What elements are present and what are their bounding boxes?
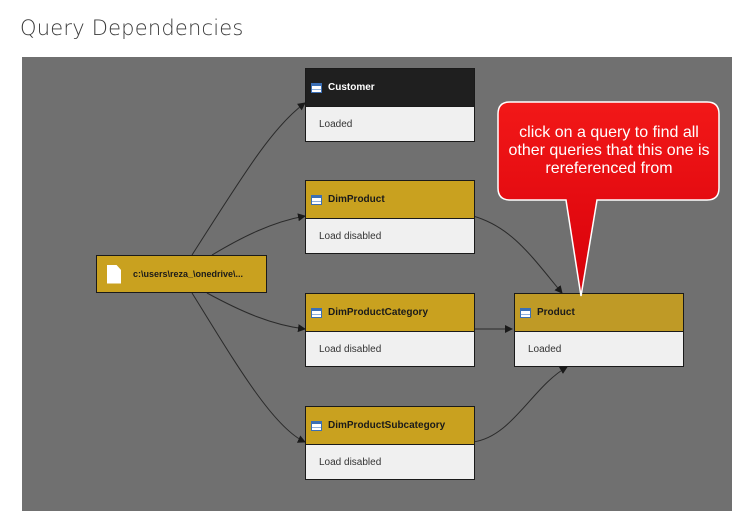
query-name: Customer: [328, 82, 375, 93]
table-icon: [311, 307, 322, 318]
table-icon: [520, 307, 531, 318]
query-name: DimProductCategory: [328, 307, 429, 318]
source-file-node[interactable]: c:\users\reza_\onedrive\...: [96, 255, 267, 293]
query-status: Loaded: [528, 344, 562, 355]
table-icon: [311, 82, 322, 93]
query-name: DimProductSubcategory: [328, 420, 446, 431]
callout-text: click on a query to find all other queri…: [508, 124, 710, 177]
query-node-dimproduct[interactable]: DimProduct Load disabled: [305, 180, 475, 254]
table-icon: [311, 420, 322, 431]
query-node-customer[interactable]: Customer Loaded: [305, 68, 475, 142]
query-name: Product: [537, 307, 575, 318]
edge-source-customer: [191, 102, 306, 256]
query-status: Load disabled: [319, 231, 382, 242]
page-title: Query Dependencies: [20, 16, 244, 40]
edge-dimproductsubcategory-product: [472, 366, 568, 443]
edge-dimproduct-product: [472, 215, 563, 294]
query-node-product[interactable]: Product Loaded: [514, 293, 684, 367]
file-icon: [107, 264, 121, 284]
edge-source-dimproductsubcategory: [191, 292, 306, 443]
table-icon: [311, 194, 322, 205]
query-status: Load disabled: [319, 344, 382, 355]
query-status: Loaded: [319, 119, 353, 130]
query-node-dimproductsubcategory[interactable]: DimProductSubcategory Load disabled: [305, 406, 475, 480]
query-status: Load disabled: [319, 457, 382, 468]
edge-source-dimproductcategory: [206, 292, 306, 333]
query-node-dimproductcategory[interactable]: DimProductCategory Load disabled: [305, 293, 475, 367]
query-name: DimProduct: [328, 194, 385, 205]
edge-source-dimproduct: [211, 213, 306, 256]
source-file-label: c:\users\reza_\onedrive\...: [133, 269, 244, 279]
